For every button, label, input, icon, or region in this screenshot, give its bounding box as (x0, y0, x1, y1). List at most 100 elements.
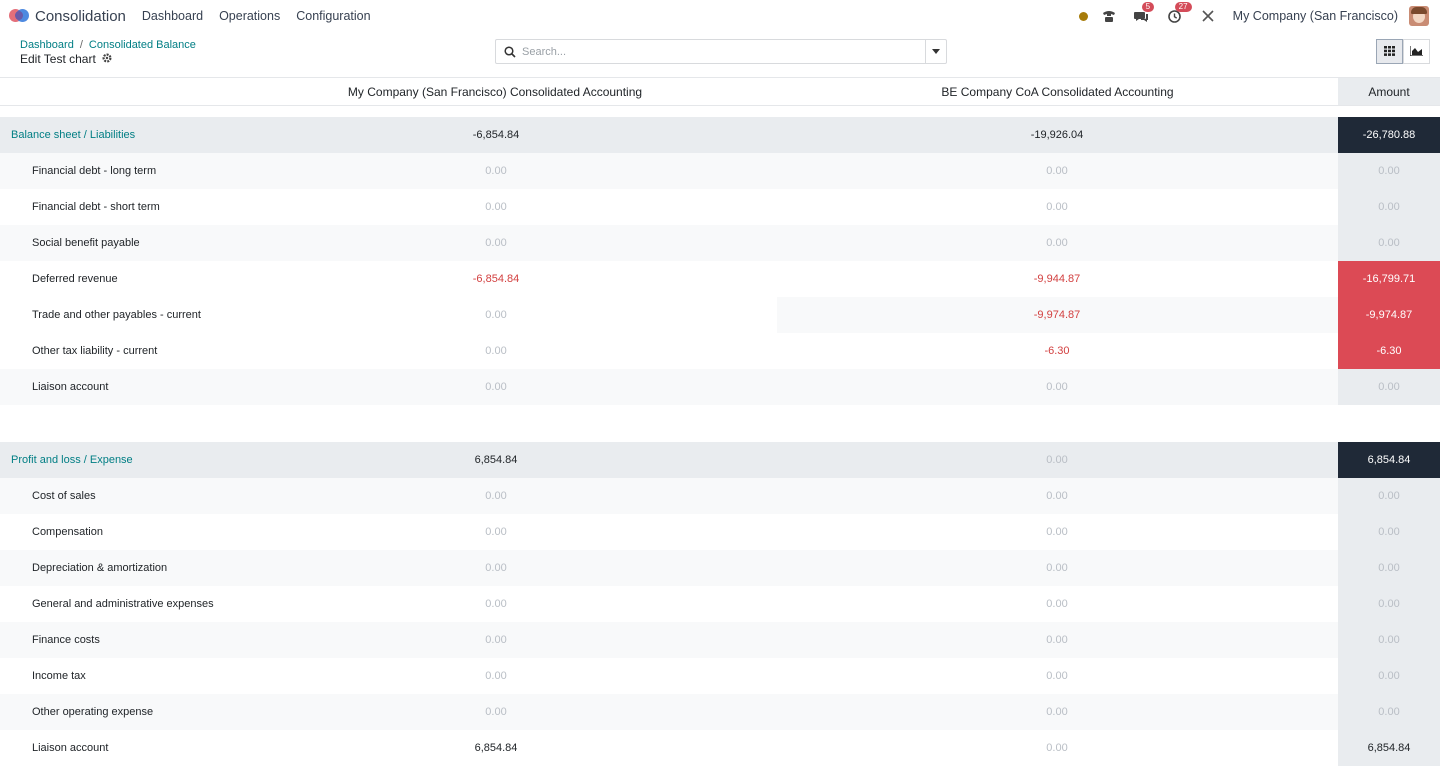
row-header[interactable]: General and administrative expenses (0, 586, 777, 622)
cell-be-company[interactable]: 0.00 (957, 550, 1157, 586)
cell-my-company[interactable]: 0.00 (396, 225, 596, 261)
table-row[interactable]: Compensation 0.00 0.00 0.00 (0, 514, 1440, 550)
cell-my-company[interactable]: 0.00 (396, 333, 596, 369)
cell-be-company[interactable]: 0.00 (957, 442, 1157, 478)
cell-amount[interactable]: 0.00 (1338, 153, 1440, 189)
cell-amount[interactable]: 6,854.84 (1338, 730, 1440, 766)
row-header[interactable]: Income tax (0, 658, 777, 694)
table-row[interactable]: Other operating expense 0.00 0.00 0.00 (0, 694, 1440, 730)
cell-be-company[interactable]: -6.30 (957, 333, 1157, 369)
breadcrumb-consolidated-balance-link[interactable]: Consolidated Balance (89, 39, 196, 51)
cell-amount[interactable]: -26,780.88 (1338, 117, 1440, 153)
cell-be-company[interactable]: 0.00 (957, 694, 1157, 730)
search-input[interactable] (522, 45, 925, 58)
cell-amount[interactable]: 0.00 (1338, 514, 1440, 550)
row-header[interactable]: Liaison account (0, 730, 777, 766)
company-switcher[interactable]: My Company (San Francisco) (1233, 9, 1398, 23)
table-row[interactable]: Depreciation & amortization 0.00 0.00 0.00 (0, 550, 1440, 586)
cell-my-company[interactable]: 6,854.84 (396, 730, 596, 766)
menu-item-operations[interactable]: Operations (211, 9, 288, 23)
cell-be-company[interactable]: 0.00 (957, 658, 1157, 694)
breadcrumb-dashboard-link[interactable]: Dashboard (20, 39, 74, 51)
row-header[interactable]: Depreciation & amortization (0, 550, 777, 586)
cell-my-company[interactable]: 0.00 (396, 550, 596, 586)
cell-be-company[interactable]: 0.00 (957, 730, 1157, 766)
table-row[interactable]: Finance costs 0.00 0.00 0.00 (0, 622, 1440, 658)
row-header[interactable]: Other operating expense (0, 694, 777, 730)
cell-my-company[interactable]: 0.00 (396, 369, 596, 405)
row-header[interactable]: Trade and other payables - current (0, 297, 777, 333)
cell-amount[interactable]: 0.00 (1338, 586, 1440, 622)
cell-be-company[interactable]: 0.00 (957, 514, 1157, 550)
cell-be-company[interactable]: 0.00 (957, 478, 1157, 514)
table-row[interactable]: Financial debt - long term 0.00 0.00 0.00 (0, 153, 1440, 189)
row-header[interactable]: Deferred revenue (0, 261, 777, 297)
cell-amount[interactable]: -16,799.71 (1338, 261, 1440, 297)
user-avatar[interactable] (1409, 6, 1429, 26)
table-row[interactable]: Liaison account 0.00 0.00 0.00 (0, 369, 1440, 405)
cell-be-company[interactable]: 0.00 (957, 586, 1157, 622)
cell-amount[interactable]: 0.00 (1338, 694, 1440, 730)
row-header[interactable]: Financial debt - short term (0, 189, 777, 225)
cell-my-company[interactable]: -6,854.84 (396, 261, 596, 297)
row-header[interactable]: Financial debt - long term (0, 153, 777, 189)
cell-my-company[interactable]: 0.00 (396, 514, 596, 550)
table-row[interactable]: Liaison account 6,854.84 0.00 6,854.84 (0, 730, 1440, 766)
debug-tools-icon[interactable] (1200, 8, 1216, 24)
cell-be-company[interactable]: -9,974.87 (957, 297, 1157, 333)
table-row[interactable]: Cost of sales 0.00 0.00 0.00 (0, 478, 1440, 514)
row-header[interactable]: Liaison account (0, 369, 777, 405)
row-header[interactable]: Social benefit payable (0, 225, 777, 261)
cell-my-company[interactable]: -6,854.84 (396, 117, 596, 153)
cell-be-company[interactable]: -19,926.04 (957, 117, 1157, 153)
table-row[interactable]: General and administrative expenses 0.00 0… (0, 586, 1440, 622)
menu-item-dashboard[interactable]: Dashboard (134, 9, 211, 23)
cell-my-company[interactable]: 0.00 (396, 622, 596, 658)
cell-be-company[interactable]: 0.00 (957, 153, 1157, 189)
row-header[interactable]: Other tax liability - current (0, 333, 777, 369)
cell-amount[interactable]: 0.00 (1338, 658, 1440, 694)
group-row-header[interactable]: Profit and loss / Expense (0, 442, 777, 478)
cell-amount[interactable]: 0.00 (1338, 369, 1440, 405)
cell-be-company[interactable]: 0.00 (957, 369, 1157, 405)
cell-be-company[interactable]: 0.00 (957, 225, 1157, 261)
cell-my-company[interactable]: 0.00 (396, 153, 596, 189)
group-row[interactable]: Balance sheet / Liabilities -6,854.84 -19,… (0, 117, 1440, 153)
cell-amount[interactable]: 6,854.84 (1338, 442, 1440, 478)
menu-item-configuration[interactable]: Configuration (288, 9, 378, 23)
cell-amount[interactable]: 0.00 (1338, 622, 1440, 658)
cell-be-company[interactable]: -9,944.87 (957, 261, 1157, 297)
table-row[interactable]: Financial debt - short term 0.00 0.00 0.00 (0, 189, 1440, 225)
app-brand[interactable]: Consolidation (9, 8, 126, 25)
phone-icon[interactable] (1101, 8, 1117, 24)
table-row[interactable]: Income tax 0.00 0.00 0.00 (0, 658, 1440, 694)
cell-my-company[interactable]: 0.00 (396, 478, 596, 514)
cell-my-company[interactable]: 0.00 (396, 297, 596, 333)
activity-clock-icon[interactable]: 27 (1167, 2, 1192, 24)
cell-my-company[interactable]: 0.00 (396, 189, 596, 225)
column-header-amount[interactable]: Amount (1338, 78, 1440, 105)
cell-amount[interactable]: 0.00 (1338, 189, 1440, 225)
group-row[interactable]: Profit and loss / Expense 6,854.84 0.00 6,8… (0, 442, 1440, 478)
cell-amount[interactable]: -9,974.87 (1338, 297, 1440, 333)
pivot-view-button[interactable] (1376, 39, 1403, 64)
column-header-be-company[interactable]: BE Company CoA Consolidated Accounting (777, 78, 1338, 105)
cell-amount[interactable]: 0.00 (1338, 225, 1440, 261)
table-row[interactable]: Other tax liability - current 0.00 -6.30 -6… (0, 333, 1440, 369)
chat-icon[interactable]: 5 (1134, 2, 1155, 24)
cell-be-company[interactable]: 0.00 (957, 622, 1157, 658)
table-row[interactable]: Social benefit payable 0.00 0.00 0.00 (0, 225, 1440, 261)
status-dot-icon[interactable] (1078, 11, 1088, 21)
cell-my-company[interactable]: 0.00 (396, 658, 596, 694)
row-header[interactable]: Cost of sales (0, 478, 777, 514)
row-header[interactable]: Compensation (0, 514, 777, 550)
cell-my-company[interactable]: 0.00 (396, 586, 596, 622)
search-options-toggle[interactable] (925, 40, 946, 63)
gear-icon[interactable] (102, 52, 112, 66)
graph-view-button[interactable] (1403, 39, 1430, 64)
table-row[interactable]: Deferred revenue -6,854.84 -9,944.87 -16,79… (0, 261, 1440, 297)
table-row[interactable]: Trade and other payables - current 0.00 -9… (0, 297, 1440, 333)
group-row-header[interactable]: Balance sheet / Liabilities (0, 117, 777, 153)
row-header[interactable]: Finance costs (0, 622, 777, 658)
cell-my-company[interactable]: 6,854.84 (396, 442, 596, 478)
